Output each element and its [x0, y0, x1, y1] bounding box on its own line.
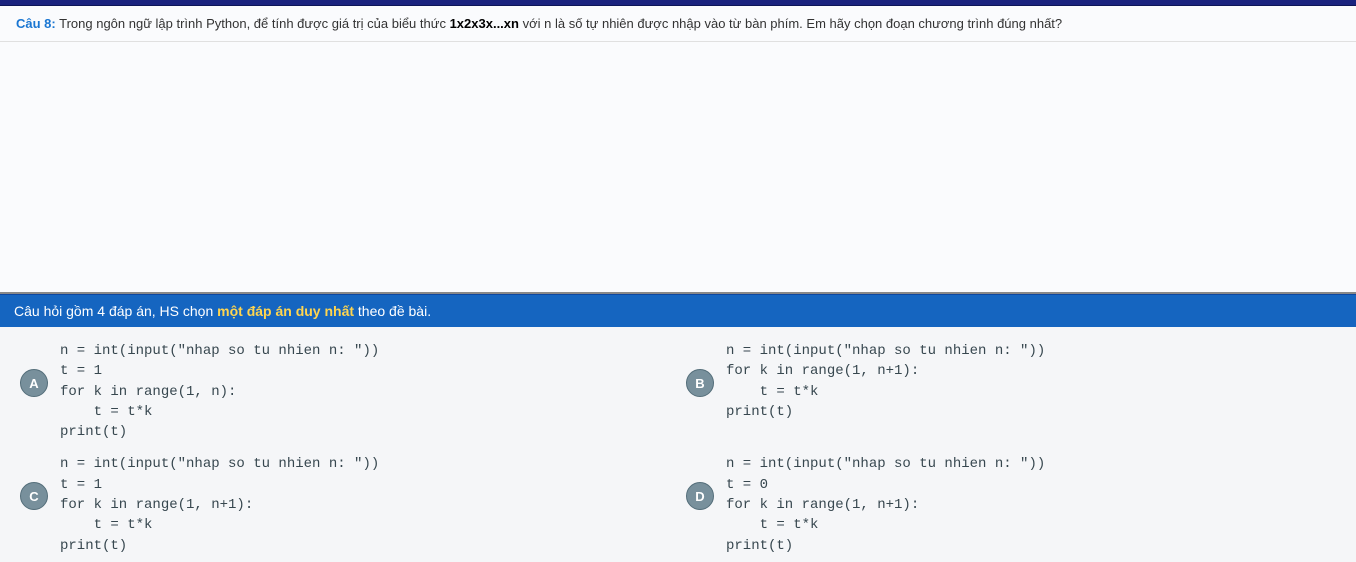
instruction-highlight: một đáp án duy nhất [217, 303, 354, 319]
answer-option-d[interactable]: D n = int(input("nhap so tu nhien n: "))… [678, 448, 1344, 561]
code-block-d: n = int(input("nhap so tu nhien n: ")) t… [726, 454, 1045, 555]
question-header: Câu 8: Trong ngôn ngữ lập trình Python, … [0, 6, 1356, 42]
code-block-c: n = int(input("nhap so tu nhien n: ")) t… [60, 454, 379, 555]
option-badge-d[interactable]: D [686, 482, 714, 510]
instruction-suffix: theo đề bài. [358, 303, 431, 319]
option-badge-a[interactable]: A [20, 369, 48, 397]
question-body-area [0, 42, 1356, 294]
answers-container: A n = int(input("nhap so tu nhien n: "))… [0, 327, 1356, 562]
question-formula: 1x2x3x...xn [450, 16, 519, 31]
code-block-a: n = int(input("nhap so tu nhien n: ")) t… [60, 341, 379, 442]
answer-option-a[interactable]: A n = int(input("nhap so tu nhien n: "))… [12, 335, 678, 448]
option-badge-c[interactable]: C [20, 482, 48, 510]
code-block-b: n = int(input("nhap so tu nhien n: ")) f… [726, 341, 1045, 422]
answer-option-b[interactable]: B n = int(input("nhap so tu nhien n: "))… [678, 335, 1344, 448]
instruction-prefix: Câu hỏi gồm 4 đáp án, HS chọn [14, 303, 213, 319]
question-number-label: Câu 8: [16, 16, 56, 31]
question-text-2: với n là số tự nhiên được nhập vào từ bà… [523, 16, 1063, 31]
answer-option-c[interactable]: C n = int(input("nhap so tu nhien n: "))… [12, 448, 678, 561]
option-badge-b[interactable]: B [686, 369, 714, 397]
instruction-bar: Câu hỏi gồm 4 đáp án, HS chọn một đáp án… [0, 294, 1356, 327]
question-text-1: Trong ngôn ngữ lập trình Python, để tính… [59, 16, 446, 31]
